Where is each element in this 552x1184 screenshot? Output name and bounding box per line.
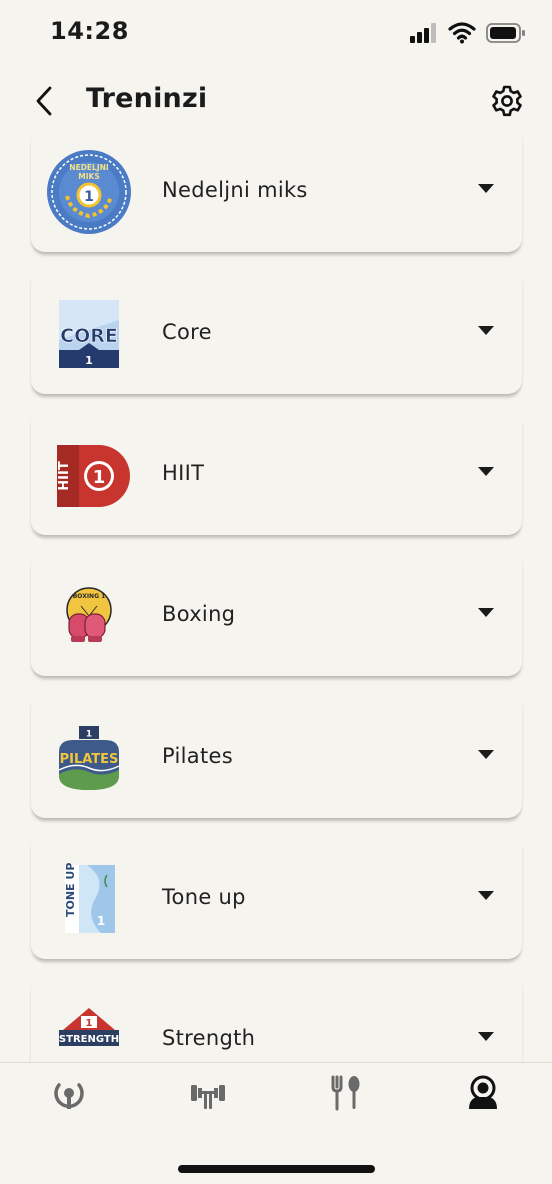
back-button[interactable] xyxy=(30,84,60,118)
svg-text:MIKS: MIKS xyxy=(78,172,99,181)
workout-label: Boxing xyxy=(162,602,236,626)
svg-text:1: 1 xyxy=(86,1018,93,1029)
tab-progress[interactable] xyxy=(49,1073,89,1113)
hiit-badge-icon: HIIT 1 xyxy=(57,445,130,507)
workout-card-pilates[interactable]: 1 PILATES Pilates xyxy=(31,692,522,818)
caret-down-icon[interactable] xyxy=(478,184,494,193)
progress-icon xyxy=(54,1083,84,1109)
workout-label: Pilates xyxy=(162,744,233,768)
workout-label: Tone up xyxy=(162,885,246,909)
workout-card-strength[interactable]: 1 STRENGTH Strength xyxy=(31,974,522,1062)
battery-icon xyxy=(486,23,525,43)
workout-label: Nedeljni miks xyxy=(162,178,308,202)
status-bar: 14:28 xyxy=(0,0,552,66)
workout-label: Strength xyxy=(162,1026,256,1050)
caret-down-icon[interactable] xyxy=(478,1032,494,1041)
profile-icon xyxy=(469,1075,497,1109)
workout-card-tone-up[interactable]: TONE UP 1 Tone up xyxy=(31,833,522,959)
svg-text:1: 1 xyxy=(97,914,105,928)
caret-down-icon[interactable] xyxy=(478,608,494,617)
gear-icon xyxy=(492,85,522,117)
status-time: 14:28 xyxy=(50,17,129,45)
svg-text:BOXING 1: BOXING 1 xyxy=(73,593,106,600)
workout-label: HIIT xyxy=(162,461,205,485)
svg-text:TONE UP: TONE UP xyxy=(64,863,77,917)
caret-down-icon[interactable] xyxy=(478,750,494,759)
settings-button[interactable] xyxy=(490,84,524,118)
status-icons xyxy=(410,22,526,44)
caret-down-icon[interactable] xyxy=(478,891,494,900)
tone-up-badge-icon: TONE UP 1 xyxy=(64,863,115,933)
page-title: Treninzi xyxy=(86,83,208,114)
workout-card-boxing[interactable]: BOXING 1 Boxing xyxy=(31,550,522,676)
caret-down-icon[interactable] xyxy=(478,467,494,476)
tab-profile[interactable] xyxy=(463,1073,503,1113)
svg-text:1: 1 xyxy=(86,730,92,740)
svg-text:1: 1 xyxy=(93,467,106,488)
workout-card-nedeljni-miks[interactable]: 1 NEDELJNI MIKS Nedeljni miks xyxy=(31,136,522,252)
workout-card-core[interactable]: CORE 1 Core xyxy=(31,268,522,394)
header: Treninzi xyxy=(0,66,552,136)
workout-list[interactable]: 1 NEDELJNI MIKS Nedeljni miks CORE 1 Cor… xyxy=(0,136,552,1062)
svg-text:1: 1 xyxy=(84,189,94,205)
caret-down-icon[interactable] xyxy=(478,326,494,335)
home-indicator xyxy=(178,1165,375,1173)
dumbbell-icon xyxy=(191,1085,225,1109)
pilates-badge-icon: 1 PILATES xyxy=(58,726,120,790)
svg-text:1: 1 xyxy=(85,354,93,367)
svg-text:NEDELJNI: NEDELJNI xyxy=(69,163,109,172)
svg-text:STRENGTH: STRENGTH xyxy=(59,1034,119,1045)
svg-text:PILATES: PILATES xyxy=(60,752,119,767)
wifi-icon xyxy=(448,22,476,44)
svg-text:HIIT: HIIT xyxy=(57,461,72,491)
chevron-left-icon xyxy=(36,86,52,116)
nedeljni-miks-badge-icon: 1 NEDELJNI MIKS xyxy=(47,150,131,234)
boxing-gloves-badge-icon: BOXING 1 xyxy=(66,587,112,642)
fork-spoon-icon xyxy=(331,1075,360,1111)
workout-label: Core xyxy=(162,320,212,344)
strength-badge-icon: 1 STRENGTH xyxy=(59,1008,119,1046)
tab-nutrition[interactable] xyxy=(326,1073,366,1113)
tab-workouts[interactable] xyxy=(188,1073,228,1113)
cellular-signal-icon xyxy=(410,23,436,43)
workout-card-hiit[interactable]: HIIT 1 HIIT xyxy=(31,409,522,535)
core-badge-icon: CORE 1 xyxy=(59,300,119,368)
